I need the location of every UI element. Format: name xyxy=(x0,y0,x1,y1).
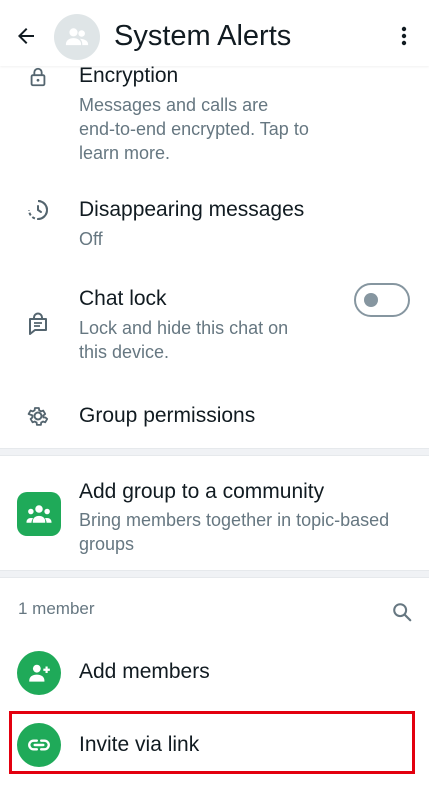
community-icon xyxy=(26,505,52,523)
chat-lock-title: Chat lock xyxy=(79,287,167,310)
gear-icon xyxy=(27,407,49,426)
community-subtitle: Bring members together in topic-based gr… xyxy=(79,508,419,556)
community-subtitle-line: Bring members together in topic-based xyxy=(79,510,390,530)
encryption-row[interactable]: Encryption Messages and calls are end-to… xyxy=(0,60,429,170)
group-avatar-icon xyxy=(65,28,89,46)
disappearing-subtitle: Off xyxy=(79,229,103,249)
arrow-left-icon[interactable] xyxy=(14,24,38,48)
lock-icon xyxy=(30,67,46,87)
chat-lock-subtitle: Lock and hide this chat on this device. xyxy=(79,316,379,364)
add-to-community-row[interactable]: Add group to a community Bring members t… xyxy=(0,470,429,560)
chat-lock-subtitle-line: this device. xyxy=(79,342,170,362)
more-vert-icon[interactable] xyxy=(394,24,414,48)
encryption-subtitle-line: Messages and calls are xyxy=(79,95,269,115)
community-subtitle-line: groups xyxy=(79,534,135,554)
section-divider xyxy=(0,448,429,456)
encryption-subtitle-line: learn more. xyxy=(79,143,171,163)
group-permissions-title: Group permissions xyxy=(79,404,256,427)
chat-lock-toggle[interactable] xyxy=(354,283,410,317)
section-divider xyxy=(0,570,429,578)
highlight-box xyxy=(9,711,415,774)
add-members-row[interactable]: Add members xyxy=(0,646,429,702)
app-bar: System Alerts xyxy=(0,0,429,66)
member-count: 1 member xyxy=(18,599,95,618)
search-icon[interactable] xyxy=(391,601,413,623)
add-person-icon xyxy=(29,664,50,682)
encryption-subtitle: Messages and calls are end-to-end encryp… xyxy=(79,93,379,165)
disappearing-title: Disappearing messages xyxy=(79,198,305,221)
encryption-subtitle-line: end-to-end encrypted. Tap to xyxy=(79,119,309,139)
encryption-title: Encryption xyxy=(79,64,179,87)
page-title[interactable]: System Alerts xyxy=(114,20,291,53)
group-avatar[interactable] xyxy=(54,14,100,60)
chat-lock-icon xyxy=(29,312,47,335)
add-members-label: Add members xyxy=(79,660,210,683)
community-icon-tile xyxy=(17,492,61,536)
chat-lock-subtitle-line: Lock and hide this chat on xyxy=(79,318,289,338)
group-permissions-row[interactable]: Group permissions xyxy=(0,390,429,442)
disappearing-messages-row[interactable]: Disappearing messages Off xyxy=(0,190,429,260)
add-member-icon-circle xyxy=(17,651,61,695)
community-title: Add group to a community xyxy=(79,480,325,503)
timer-icon xyxy=(28,200,49,220)
toggle-knob xyxy=(364,293,378,307)
